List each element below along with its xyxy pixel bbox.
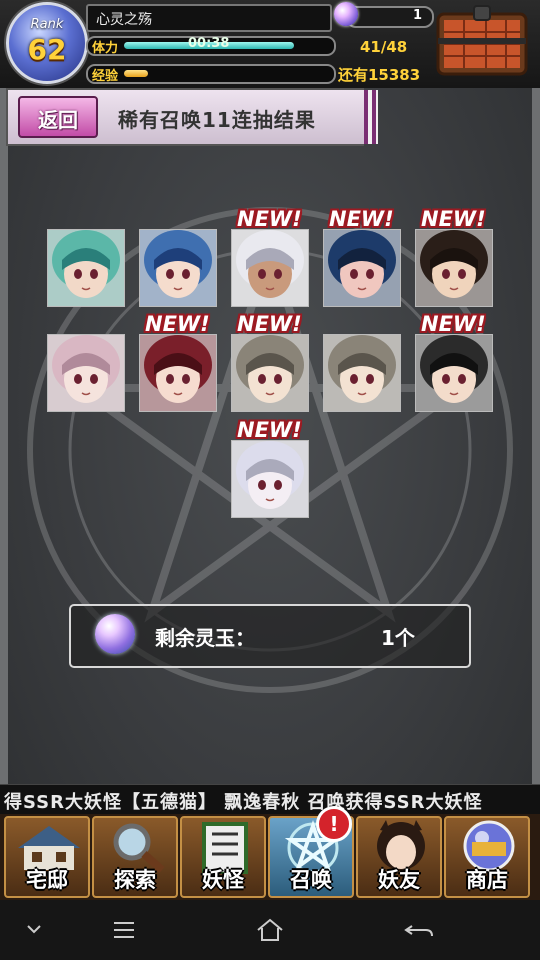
notification-badge: ! (316, 806, 352, 842)
back-button[interactable]: 返回 (18, 96, 98, 138)
exp-remaining: 还有15383 (338, 66, 421, 84)
new-tag-text: NEW! (237, 418, 302, 442)
new-tag: NEW! (329, 207, 399, 233)
remaining-label: 剩余灵玉： (155, 626, 255, 650)
summon-result-card[interactable] (323, 334, 401, 412)
spirit-orb-icon (334, 2, 358, 26)
new-tag-text: NEW! (145, 312, 210, 336)
rank-label: Rank (30, 17, 64, 32)
summon-result-card[interactable] (139, 334, 217, 412)
remaining-value: 1个 (381, 626, 415, 650)
nav-button-1[interactable]: 宅邸 (4, 816, 90, 898)
summon-result-card[interactable] (415, 229, 493, 307)
top-hud: Rank 62 心灵之殇 1 体力 00:38 41/48 经验 还有15383 (0, 0, 540, 88)
new-tag: NEW! (237, 207, 307, 233)
summon-result-card[interactable] (47, 229, 125, 307)
orb-count: 1 (412, 8, 422, 23)
nav-button-6[interactable]: 商店 (444, 816, 530, 898)
new-tag: NEW! (421, 312, 491, 338)
badge-text: ! (329, 812, 339, 836)
new-tag-text: NEW! (421, 207, 486, 231)
orb-counter[interactable]: 1 (346, 6, 434, 28)
menu-icon[interactable] (104, 918, 144, 942)
character-portrait (48, 335, 124, 411)
character-portrait (140, 230, 216, 306)
nav-button-3[interactable]: 妖怪 (180, 816, 266, 898)
summon-result-card[interactable] (323, 229, 401, 307)
right-frame (532, 80, 540, 800)
nav-button-2[interactable]: 探索 (92, 816, 178, 898)
summon-result-card[interactable] (139, 229, 217, 307)
stamina-label: 体力 (92, 41, 119, 56)
remaining-orbs-panel: 剩余灵玉： 1个 (69, 604, 471, 668)
character-portrait (416, 335, 492, 411)
new-tag: NEW! (421, 207, 491, 233)
stamina-bar: 体力 00:38 (86, 36, 336, 56)
character-portrait (416, 230, 492, 306)
new-tag-text: NEW! (237, 207, 302, 231)
nav-label: 召唤 (290, 868, 332, 892)
spirit-orb-icon (95, 614, 135, 654)
page-title: 稀有召唤11连抽结果 (118, 108, 316, 132)
marquee-text: 得SSR大妖怪【五德猫】 飘逸春秋 召唤获得SSR大妖怪 (4, 792, 483, 813)
new-tag-text: NEW! (237, 312, 302, 336)
exp-label: 经验 (92, 69, 119, 84)
bottom-nav: 宅邸 探索 妖怪 召唤 妖友 商店 (0, 814, 540, 900)
nav-button-5[interactable]: 妖友 (356, 816, 442, 898)
player-name-bar[interactable]: 心灵之殇 (86, 4, 332, 32)
nav-label: 妖友 (378, 868, 420, 892)
back-button-label: 返回 (38, 108, 78, 132)
character-portrait (140, 335, 216, 411)
treasure-chest-icon[interactable] (434, 4, 530, 78)
rank-badge[interactable]: Rank 62 (6, 2, 88, 84)
new-tag-text: NEW! (329, 207, 394, 231)
result-title-bar: 返回 稀有召唤11连抽结果 (6, 88, 378, 146)
summon-result-card[interactable] (231, 229, 309, 307)
character-portrait (324, 230, 400, 306)
summon-result-card[interactable] (47, 334, 125, 412)
game-screen: Rank 62 心灵之殇 1 体力 00:38 41/48 经验 还有15383 (0, 0, 540, 900)
nav-label: 妖怪 (202, 868, 244, 892)
character-portrait (324, 335, 400, 411)
announcement-marquee: 得SSR大妖怪【五德猫】 飘逸春秋 召唤获得SSR大妖怪 (0, 784, 540, 815)
character-portrait (48, 230, 124, 306)
new-tag-text: NEW! (421, 312, 486, 336)
left-frame (0, 80, 8, 800)
character-portrait (232, 335, 308, 411)
summon-result-card[interactable] (231, 334, 309, 412)
character-portrait (232, 230, 308, 306)
chevron-down-icon[interactable] (14, 918, 54, 942)
character-portrait (232, 441, 308, 517)
home-icon[interactable] (250, 918, 290, 942)
nav-label: 宅邸 (26, 868, 68, 892)
nav-label: 商店 (466, 868, 508, 892)
exp-fill (124, 70, 148, 77)
summon-result-card[interactable] (231, 440, 309, 518)
title-stripe (364, 90, 378, 144)
summon-result-card[interactable] (415, 334, 493, 412)
back-arrow-icon[interactable] (400, 918, 440, 942)
new-tag: NEW! (237, 312, 307, 338)
android-nav-bar (0, 900, 540, 960)
rank-value: 62 (27, 33, 67, 66)
stamina-value: 41/48 (360, 38, 408, 56)
new-tag: NEW! (237, 418, 307, 444)
nav-label: 探索 (114, 868, 156, 892)
exp-bar: 经验 (86, 64, 336, 84)
new-tag: NEW! (145, 312, 215, 338)
stamina-timer: 00:38 (188, 36, 230, 51)
player-name: 心灵之殇 (96, 12, 152, 28)
